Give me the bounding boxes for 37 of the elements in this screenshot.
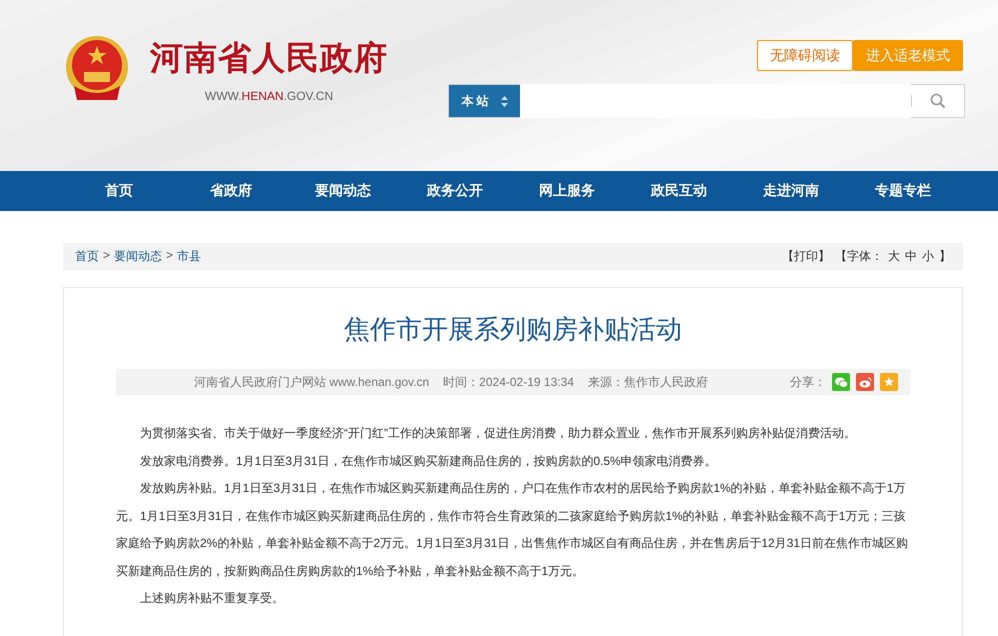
nav-item[interactable]: 政务公开: [399, 171, 511, 211]
nav-item[interactable]: 首页: [63, 171, 175, 211]
font-size-label: 【字体：: [835, 248, 883, 265]
font-size-link[interactable]: 大: [888, 248, 900, 265]
article-paragraph: 发放家电消费券。1月1日至3月31日，在焦作市城区购买新建商品住房的，按购房款的0.5%申领家电消费券。: [139, 452, 718, 470]
nav-item[interactable]: 网上服务: [511, 171, 623, 211]
bracket-text: 】: [939, 248, 951, 265]
breadcrumb-separator: >: [166, 248, 174, 264]
meta-text: 河南省人民政府门户网站 www.henan.gov.cn: [194, 374, 430, 390]
chat-share-icon[interactable]: [832, 373, 850, 391]
article-paragraph: 发放购房补贴。1月1日至3月31日，在焦作市城区购买新建商品住房的，户口在焦作市农村的居民给予购房款1%的补贴，单套补贴金额不高于1万元。1月1日至3月31日，在焦作市城区购买新建商品住房的，焦作市符合生育政策的二孩家庭给予购房款1%的补贴，单套补贴金额不高于1万元；三孩家庭给予购房款2%的补贴，单套补贴金额不高于2万元。1月1日至3月31日，出售焦作市城区自有商品住房，并在售房后于12月31日前在焦作市城区购买新建商品住房的，按新购商品住房购房款的1%给予补贴，单套补贴金额不高于1万元。: [116, 480, 910, 580]
site-name: 河南省人民政府: [150, 38, 388, 78]
site-url: WWW.HENAN.GOV.CN: [204, 88, 334, 102]
share-label: 分享：: [790, 374, 826, 390]
meta-text: 时间：2024-02-19 13:34: [443, 374, 574, 390]
breadcrumb-separator: >: [103, 248, 110, 264]
sort-arrows-icon[interactable]: [500, 96, 508, 106]
meta-text: 来源：焦作市人民政府: [588, 374, 708, 390]
search-bar[interactable]: 本 站: [448, 84, 965, 118]
article-paragraph: 上述购房补贴不重复享受。: [139, 590, 285, 607]
font-size-link[interactable]: 中: [905, 248, 917, 265]
article-title: 焦作市开展系列购房补贴活动: [343, 313, 683, 346]
nav-item[interactable]: 专题专栏: [847, 171, 959, 211]
breadcrumb-link[interactable]: 市县: [177, 248, 202, 265]
nav-item[interactable]: 省政府: [175, 171, 287, 211]
breadcrumb-link[interactable]: 首页: [75, 248, 99, 265]
star-share-icon[interactable]: [880, 373, 898, 391]
font-size-link[interactable]: 小: [922, 248, 934, 265]
search-scope-select[interactable]: 本 站: [449, 85, 520, 117]
breadcrumb-link[interactable]: 要闻动态: [114, 248, 162, 265]
nav-item[interactable]: 要闻动态: [287, 171, 399, 211]
nav-item[interactable]: 走进河南: [735, 171, 847, 211]
search-icon[interactable]: [930, 93, 946, 109]
print-link[interactable]: 【打印】: [782, 248, 830, 265]
article-paragraph: 为贯彻落实省、市关于做好一季度经济“开门红”工作的决策部署，促进住房消费，助力群众置业，焦作市开展系列购房补贴促消费活动。: [139, 425, 857, 442]
weibo-share-icon[interactable]: [856, 373, 874, 391]
nav-item[interactable]: 政民互动: [623, 171, 735, 211]
